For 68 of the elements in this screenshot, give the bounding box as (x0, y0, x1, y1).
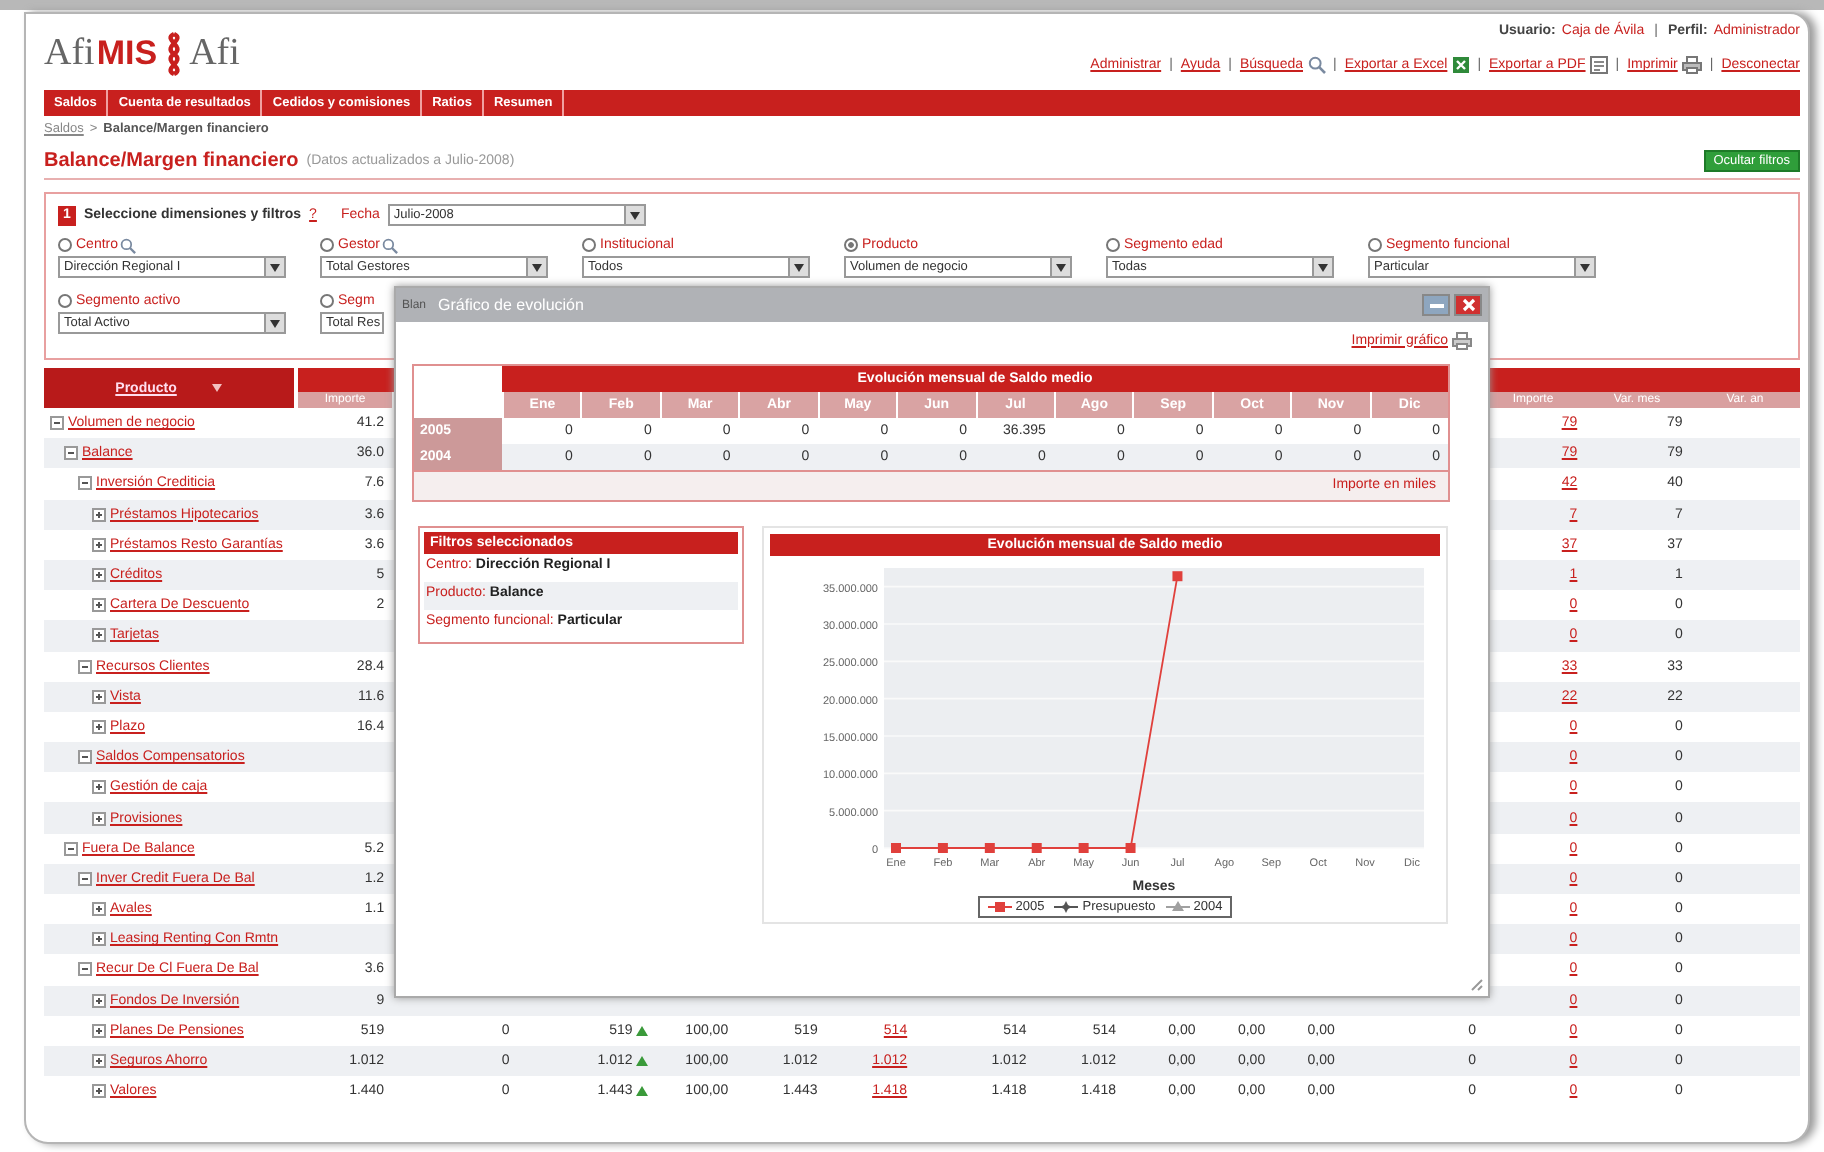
up-arrow-icon (636, 1056, 649, 1067)
data-point (983, 843, 994, 853)
minimize-button[interactable] (1422, 294, 1450, 316)
resize-grip-icon[interactable] (1470, 978, 1484, 992)
dropdown-icon (1318, 263, 1328, 271)
collapse-icon[interactable] (78, 476, 92, 491)
printer-icon[interactable] (1452, 331, 1472, 349)
expand-icon[interactable] (92, 993, 106, 1008)
radio-button[interactable] (58, 294, 72, 308)
document-icon (1589, 56, 1608, 74)
radio-button[interactable] (320, 294, 334, 308)
expand-icon[interactable] (92, 719, 106, 734)
collapse-icon[interactable] (78, 659, 92, 674)
close-button[interactable] (1454, 294, 1482, 316)
spreadsheet-icon (1451, 56, 1470, 74)
data-point (936, 843, 947, 853)
radio-button[interactable] (1368, 238, 1382, 252)
dropdown-icon (794, 263, 804, 271)
sort-icon[interactable] (212, 384, 223, 392)
radio-button[interactable] (320, 238, 334, 252)
search-icon[interactable] (120, 237, 137, 253)
dropdown-icon (1056, 263, 1066, 271)
expand-icon[interactable] (92, 780, 106, 795)
radio-button[interactable] (844, 238, 858, 252)
expand-icon[interactable] (92, 628, 106, 643)
collapse-icon[interactable] (64, 446, 78, 461)
dropdown-icon (1580, 263, 1590, 271)
close-icon (1461, 298, 1475, 312)
expand-icon[interactable] (92, 811, 106, 826)
expand-icon[interactable] (92, 932, 106, 947)
radio-button[interactable] (58, 238, 72, 252)
printer-icon (1681, 56, 1702, 74)
dropdown-icon (270, 319, 280, 327)
data-point (1171, 571, 1182, 582)
expand-icon[interactable] (92, 1084, 106, 1099)
data-point (890, 843, 900, 853)
data-point (1030, 843, 1041, 853)
expand-icon[interactable] (92, 507, 106, 522)
logo-text: Afi (44, 32, 95, 76)
dropdown-icon (629, 211, 640, 219)
up-arrow-icon (636, 1086, 649, 1097)
collapse-icon[interactable] (50, 416, 64, 431)
search-icon (1307, 56, 1325, 74)
expand-icon[interactable] (92, 598, 106, 613)
expand-icon[interactable] (92, 568, 106, 583)
window-title: Gráfico de evolución (438, 296, 584, 314)
minimize-icon (1429, 303, 1443, 307)
logo-text: Afi (189, 32, 240, 76)
radio-button[interactable] (1106, 238, 1120, 252)
expand-icon[interactable] (92, 537, 106, 552)
expand-icon[interactable] (92, 902, 106, 917)
collapse-icon[interactable] (78, 871, 92, 886)
logo-text: MIS (96, 34, 158, 74)
collapse-icon[interactable] (78, 962, 92, 977)
collapse-icon[interactable] (78, 750, 92, 765)
table-header-band (298, 368, 393, 392)
expand-icon[interactable] (92, 1023, 106, 1038)
expand-icon[interactable] (92, 689, 106, 704)
dropdown-icon (270, 263, 280, 271)
data-point (1124, 843, 1135, 853)
page-title: Balance/Margen financiero (44, 149, 299, 171)
radio-button[interactable] (582, 238, 596, 252)
dropdown-icon (532, 263, 542, 271)
up-arrow-icon (636, 1025, 649, 1036)
collapse-icon[interactable] (64, 841, 78, 856)
expand-icon[interactable] (92, 1054, 106, 1069)
data-point (1077, 843, 1088, 853)
search-icon[interactable] (382, 237, 399, 253)
